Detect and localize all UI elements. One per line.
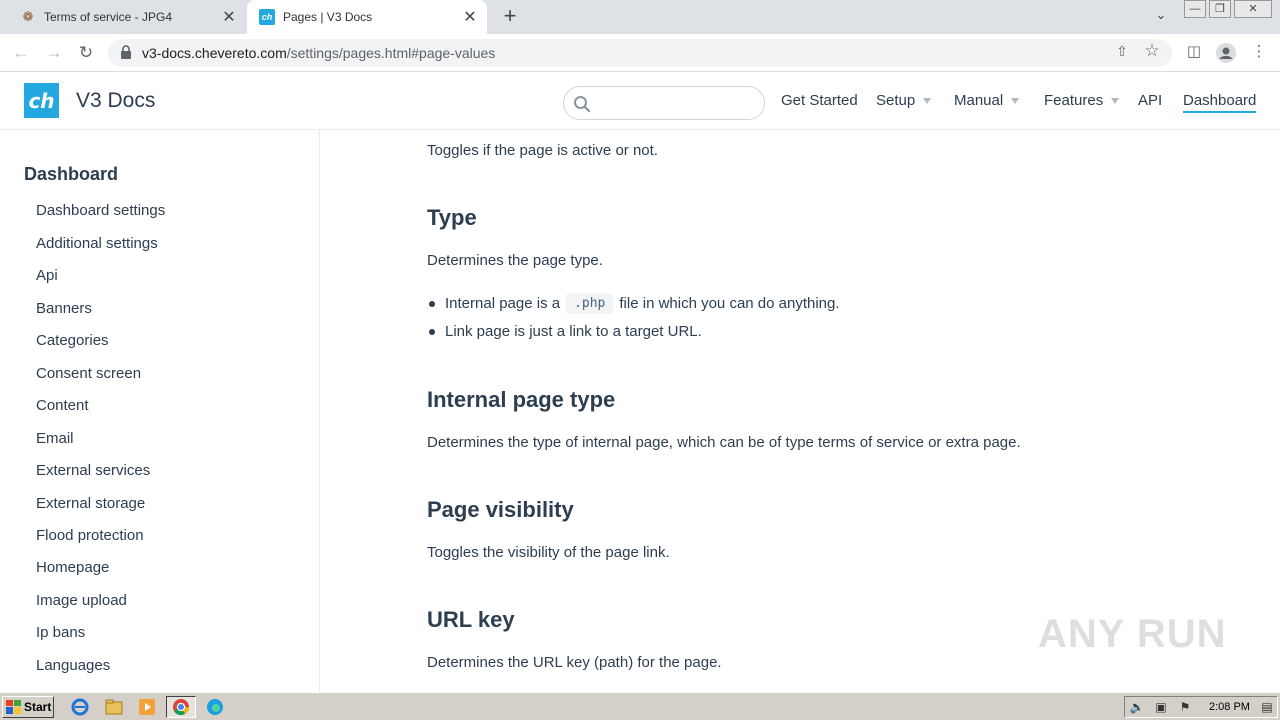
url-text: v3-docs.chevereto.com/settings/pages.htm… xyxy=(142,45,496,61)
side-panel-icon[interactable]: ◫ xyxy=(1182,42,1206,64)
reload-icon[interactable]: ↻ xyxy=(73,41,99,65)
chevereto-favicon-icon: ch xyxy=(259,9,275,25)
windows-taskbar: Start 🔈 ▣ ⚑ 2:08 PM ▤ xyxy=(0,692,1280,720)
sidebar-item-content[interactable]: Content xyxy=(36,397,89,414)
browser-toolbar: ← → ↻ v3-docs.chevereto.com/settings/pag… xyxy=(0,34,1280,72)
tab-title: Terms of service - JPG4 xyxy=(44,10,173,24)
sidebar-item-homepage[interactable]: Homepage xyxy=(36,559,109,576)
back-arrow-icon[interactable]: ← xyxy=(8,41,34,65)
sidebar-item-dashboard-settings[interactable]: Dashboard settings xyxy=(36,202,165,219)
heading-url-key: URL key xyxy=(427,607,515,632)
chevron-down-icon[interactable]: ⌄ xyxy=(1150,7,1172,27)
nav-dashboard[interactable]: Dashboard xyxy=(1183,92,1257,113)
sidebar-item-consent-screen[interactable]: Consent screen xyxy=(36,365,141,382)
site-header: ch V3 Docs Get Started Setup Manual Feat… xyxy=(0,72,1280,130)
search-input[interactable] xyxy=(563,86,765,120)
show-desktop-icon[interactable]: ▤ xyxy=(1259,700,1275,716)
inline-code: .php xyxy=(566,293,614,314)
search-icon xyxy=(574,96,591,113)
url-key-description: Determines the URL key (path) for the pa… xyxy=(427,654,722,671)
sidebar-item-flood-protection[interactable]: Flood protection xyxy=(36,527,144,544)
address-bar[interactable]: v3-docs.chevereto.com/settings/pages.htm… xyxy=(108,39,1172,67)
sidebar-item-additional-settings[interactable]: Additional settings xyxy=(36,235,158,252)
profile-avatar-icon[interactable] xyxy=(1214,42,1238,64)
new-tab-button[interactable]: + xyxy=(498,5,522,29)
caret-down-icon xyxy=(1111,97,1120,104)
volume-icon[interactable]: 🔈 xyxy=(1129,700,1145,716)
internal-page-type-description: Determines the type of internal page, wh… xyxy=(427,434,1021,451)
nav-api[interactable]: API xyxy=(1138,92,1162,109)
flag-icon[interactable]: ⚑ xyxy=(1177,700,1193,716)
site-name[interactable]: V3 Docs xyxy=(76,89,155,113)
folder-icon[interactable] xyxy=(104,697,124,717)
nav-features[interactable]: Features xyxy=(1044,92,1120,109)
heading-page-visibility: Page visibility xyxy=(427,497,574,522)
sidebar-item-api[interactable]: Api xyxy=(36,267,58,284)
anyrun-watermark: ANY RUN xyxy=(1038,612,1227,656)
bullet-icon xyxy=(429,329,435,335)
caret-down-icon xyxy=(923,97,932,104)
list-item: Link page is just a link to a target URL… xyxy=(445,323,702,340)
sidebar-item-external-services[interactable]: External services xyxy=(36,462,150,479)
clock: 2:08 PM xyxy=(1209,701,1250,713)
sidebar: Dashboard Dashboard settings Additional … xyxy=(0,130,320,692)
heading-internal-page-type: Internal page type xyxy=(427,387,616,412)
network-icon[interactable]: ▣ xyxy=(1153,700,1169,716)
sidebar-item-languages[interactable]: Languages xyxy=(36,657,110,674)
main-content: Toggles if the page is active or not. Ty… xyxy=(321,130,1280,692)
chrome-taskbar-button[interactable] xyxy=(166,696,196,718)
restore-button[interactable]: ❐ xyxy=(1209,0,1231,18)
media-player-icon[interactable] xyxy=(137,697,157,717)
browser-tab-strip: ❁ Terms of service - JPG4 ✕ ch Pages | V… xyxy=(0,0,1280,34)
bullet-icon xyxy=(429,301,435,307)
heading-type: Type xyxy=(427,205,477,230)
system-tray: 🔈 ▣ ⚑ 2:08 PM ▤ xyxy=(1124,696,1278,718)
nav-setup[interactable]: Setup xyxy=(876,92,932,109)
forward-arrow-icon[interactable]: → xyxy=(41,41,67,65)
menu-kebab-icon[interactable]: ⋮ xyxy=(1247,42,1271,64)
tab-title: Pages | V3 Docs xyxy=(283,10,373,24)
intro-paragraph: Toggles if the page is active or not. xyxy=(427,142,658,159)
sidebar-item-categories[interactable]: Categories xyxy=(36,332,109,349)
list-item: Internal page is a .php file in which yo… xyxy=(445,293,840,314)
edge-icon[interactable] xyxy=(205,697,225,717)
browser-tab-pages[interactable]: ch Pages | V3 Docs ✕ xyxy=(247,0,487,34)
close-icon[interactable]: ✕ xyxy=(218,7,240,27)
minimize-button[interactable]: — xyxy=(1184,0,1206,18)
caret-down-icon xyxy=(1011,97,1020,104)
bookmark-star-icon[interactable]: ☆ xyxy=(1140,41,1164,63)
share-icon[interactable]: ⇧ xyxy=(1112,43,1132,63)
chrome-icon xyxy=(173,699,190,716)
sidebar-item-external-storage[interactable]: External storage xyxy=(36,495,145,512)
browser-tab-terms[interactable]: ❁ Terms of service - JPG4 ✕ xyxy=(8,0,246,34)
start-button[interactable]: Start xyxy=(2,696,54,718)
sidebar-item-email[interactable]: Email xyxy=(36,430,74,447)
sidebar-item-ip-bans[interactable]: Ip bans xyxy=(36,624,85,641)
page-visibility-description: Toggles the visibility of the page link. xyxy=(427,544,670,561)
internet-explorer-icon[interactable] xyxy=(70,697,90,717)
nav-get-started[interactable]: Get Started xyxy=(781,92,858,109)
lock-icon xyxy=(121,45,131,59)
site-logo[interactable]: ch xyxy=(24,83,59,118)
windows-logo-icon xyxy=(6,700,21,714)
window-close-button[interactable]: ✕ xyxy=(1234,0,1272,18)
close-icon[interactable]: ✕ xyxy=(459,7,481,27)
jpg-favicon-icon: ❁ xyxy=(22,9,34,24)
type-description: Determines the page type. xyxy=(427,252,603,269)
sidebar-item-banners[interactable]: Banners xyxy=(36,300,92,317)
sidebar-item-image-upload[interactable]: Image upload xyxy=(36,592,127,609)
nav-manual[interactable]: Manual xyxy=(954,92,1020,109)
sidebar-heading[interactable]: Dashboard xyxy=(24,164,118,185)
